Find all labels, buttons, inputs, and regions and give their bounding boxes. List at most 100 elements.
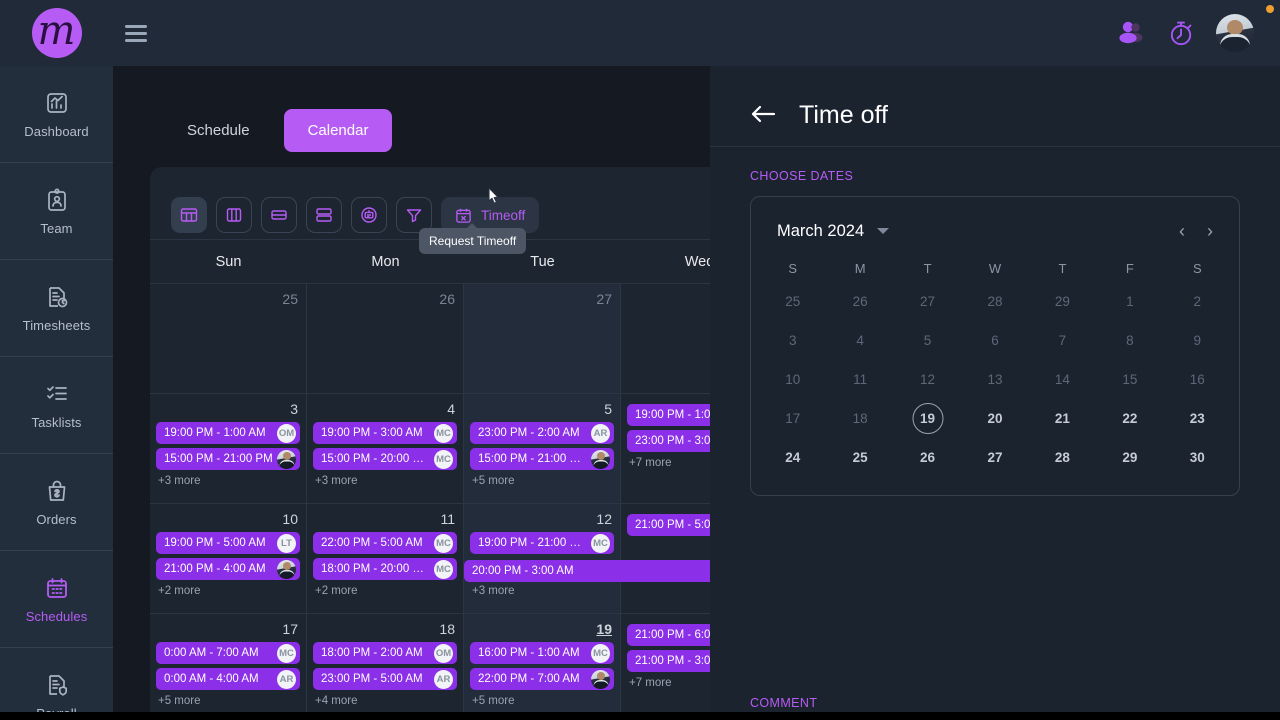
grid-view-icon[interactable] [171, 197, 207, 233]
date-cell[interactable]: 28 [961, 282, 1028, 321]
date-cell[interactable]: 5 [894, 321, 961, 360]
date-cell[interactable]: 22 [1096, 399, 1163, 438]
sidebar-item-tasklists[interactable]: Tasklists [0, 357, 113, 454]
tab-calendar[interactable]: Calendar [283, 108, 393, 152]
date-cell[interactable]: 18 [826, 399, 893, 438]
date-cell[interactable]: 20 [961, 399, 1028, 438]
more-events-link[interactable]: +5 more [156, 695, 300, 707]
date-cell[interactable]: 25 [759, 282, 826, 321]
event-chip[interactable]: 18:00 PM - 2:00 AM OM [313, 642, 457, 664]
date-cell[interactable]: 7 [1029, 321, 1096, 360]
event-chip[interactable]: 23:00 PM - 5:00 AM AR [313, 668, 457, 690]
date-cell[interactable]: 14 [1029, 360, 1096, 399]
date-cell[interactable]: 23 [1164, 399, 1231, 438]
event-chip[interactable]: 21:00 PM - 4:00 AM [156, 558, 300, 580]
date-cell[interactable]: 29 [1096, 438, 1163, 477]
date-cell[interactable]: 26 [826, 282, 893, 321]
date-cell[interactable]: 6 [961, 321, 1028, 360]
day-cell[interactable]: 25 [150, 284, 307, 394]
robot-icon[interactable] [351, 197, 387, 233]
day-cell[interactable]: 17 0:00 AM - 7:00 AM MC 0:00 AM - 4:00 A… [150, 614, 307, 720]
event-chip[interactable]: 23:00 PM - 3:0 [627, 430, 710, 452]
chevron-right-icon[interactable]: › [1207, 222, 1213, 240]
event-chip[interactable]: 21:00 PM - 5:0 [627, 514, 710, 536]
date-cell[interactable]: 9 [1164, 321, 1231, 360]
row-view-icon[interactable] [261, 197, 297, 233]
more-events-link[interactable]: +2 more [156, 585, 300, 597]
more-events-link[interactable]: +5 more [470, 475, 614, 487]
date-cell[interactable]: 30 [1164, 438, 1231, 477]
day-cell[interactable]: 27 [464, 284, 621, 394]
columns-view-icon[interactable] [216, 197, 252, 233]
sidebar-item-timesheets[interactable]: Timesheets [0, 260, 113, 357]
date-cell[interactable]: 29 [1029, 282, 1096, 321]
event-chip[interactable]: 0:00 AM - 4:00 AM AR [156, 668, 300, 690]
tab-schedule[interactable]: Schedule [163, 109, 274, 152]
event-chip[interactable]: 18:00 PM - 20:00 P… MC [313, 558, 457, 580]
more-events-link[interactable]: +7 more [627, 677, 710, 689]
stacked-rows-view-icon[interactable] [306, 197, 342, 233]
event-chip[interactable]: 16:00 PM - 1:00 AM MC [470, 642, 614, 664]
more-events-link[interactable]: +3 more [313, 475, 457, 487]
more-events-link[interactable]: +5 more [470, 695, 614, 707]
date-cell[interactable]: 12 [894, 360, 961, 399]
day-cell[interactable]: 11 22:00 PM - 5:00 AM MC 18:00 PM - 20:0… [307, 504, 464, 614]
stopwatch-icon[interactable] [1166, 18, 1196, 48]
sidebar-item-schedules[interactable]: Schedules [0, 551, 113, 648]
day-cell[interactable]: 4 19:00 PM - 3:00 AM MC 15:00 PM - 20:00… [307, 394, 464, 504]
multi-day-event-chip[interactable]: 20:00 PM - 3:00 AM [464, 560, 710, 582]
more-events-link[interactable]: +7 more [627, 457, 710, 469]
day-cell[interactable]: 5 23:00 PM - 2:00 AM AR 15:00 PM - 21:00… [464, 394, 621, 504]
day-cell[interactable]: 10 19:00 PM - 5:00 AM LT 21:00 PM - 4:00… [150, 504, 307, 614]
date-cell[interactable]: 24 [759, 438, 826, 477]
event-chip[interactable]: 19:00 PM - 3:00 AM MC [313, 422, 457, 444]
event-chip[interactable]: 0:00 AM - 7:00 AM MC [156, 642, 300, 664]
date-cell-today[interactable]: 19 [894, 399, 961, 438]
date-cell[interactable]: 28 [1029, 438, 1096, 477]
more-events-link[interactable]: +3 more [470, 585, 614, 597]
date-cell[interactable]: 11 [826, 360, 893, 399]
date-cell[interactable]: 2 [1164, 282, 1231, 321]
date-cell[interactable]: 3 [759, 321, 826, 360]
event-chip[interactable]: 15:00 PM - 21:00 P… [470, 448, 614, 470]
date-cell[interactable]: 8 [1096, 321, 1163, 360]
sidebar-item-payroll[interactable]: Payroll [0, 648, 113, 720]
day-cell[interactable]: 18 18:00 PM - 2:00 AM OM 23:00 PM - 5:00… [307, 614, 464, 720]
month-year-label[interactable]: March 2024 [777, 222, 864, 241]
logo[interactable]: m [0, 8, 113, 58]
sidebar-item-orders[interactable]: Orders [0, 454, 113, 551]
date-cell[interactable]: 17 [759, 399, 826, 438]
date-cell[interactable]: 1 [1096, 282, 1163, 321]
event-chip[interactable]: 22:00 PM - 7:00 AM [470, 668, 614, 690]
hamburger-icon[interactable] [113, 24, 159, 42]
event-chip[interactable]: 15:00 PM - 21:00 PM [156, 448, 300, 470]
date-cell[interactable]: 26 [894, 438, 961, 477]
day-cell[interactable] [621, 284, 710, 394]
event-chip[interactable]: 19:00 PM - 5:00 AM LT [156, 532, 300, 554]
day-cell[interactable]: 19:00 PM - 1:0 23:00 PM - 3:0 +7 more [621, 394, 710, 504]
date-cell[interactable]: 4 [826, 321, 893, 360]
date-cell[interactable]: 16 [1164, 360, 1231, 399]
more-events-link[interactable]: +4 more [313, 695, 457, 707]
day-cell[interactable]: 19 16:00 PM - 1:00 AM MC 22:00 PM - 7:00… [464, 614, 621, 720]
chevron-left-icon[interactable]: ‹ [1179, 222, 1185, 240]
chevron-down-icon[interactable] [877, 228, 890, 234]
day-cell[interactable]: 26 [307, 284, 464, 394]
event-chip[interactable]: 23:00 PM - 2:00 AM AR [470, 422, 614, 444]
day-cell[interactable]: 21:00 PM - 5:0 [621, 504, 710, 614]
date-cell[interactable]: 25 [826, 438, 893, 477]
event-chip[interactable]: 22:00 PM - 5:00 AM MC [313, 532, 457, 554]
event-chip[interactable]: 15:00 PM - 20:00 P… MC [313, 448, 457, 470]
day-cell[interactable]: 21:00 PM - 6:0 21:00 PM - 3:0 +7 more [621, 614, 710, 720]
date-cell[interactable]: 27 [961, 438, 1028, 477]
date-cell[interactable]: 27 [894, 282, 961, 321]
date-cell[interactable]: 13 [961, 360, 1028, 399]
people-icon[interactable] [1116, 18, 1146, 48]
more-events-link[interactable]: +2 more [313, 585, 457, 597]
arrow-left-icon[interactable] [750, 104, 776, 126]
sidebar-item-team[interactable]: Team [0, 163, 113, 260]
date-cell[interactable]: 10 [759, 360, 826, 399]
event-chip[interactable]: 21:00 PM - 3:0 [627, 650, 710, 672]
date-cell[interactable]: 21 [1029, 399, 1096, 438]
user-avatar[interactable] [1216, 14, 1254, 52]
